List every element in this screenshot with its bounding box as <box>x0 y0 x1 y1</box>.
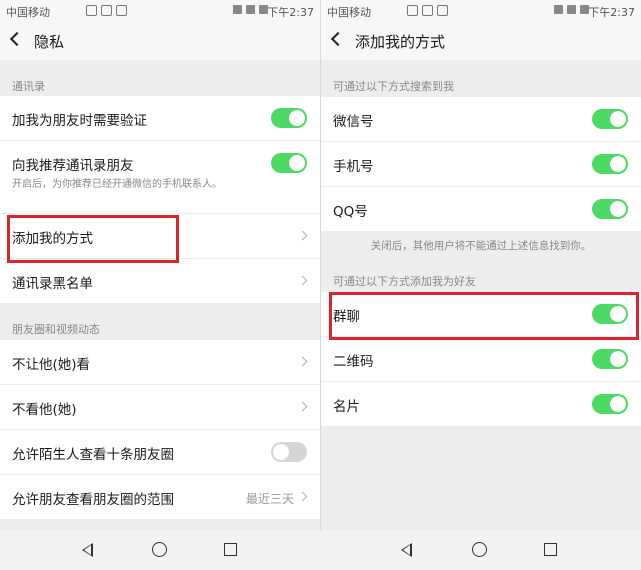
row-label: 加我为朋友时需要验证 <box>12 113 147 129</box>
settings-row-qq: QQ号 <box>321 187 641 231</box>
status-bar: 中国移动 下午2:37 <box>0 0 320 22</box>
settings-row-wechat-id: 微信号 <box>321 97 641 142</box>
settings-row-stranger-view: 允许陌生人查看十条朋友圈 <box>0 430 320 475</box>
title-bar: 添加我的方式 <box>321 22 641 60</box>
app-notification-icon <box>407 5 418 16</box>
recent-square-icon[interactable] <box>224 543 237 556</box>
row-label: 不让他(她)看 <box>12 357 91 373</box>
signal-icon <box>567 5 576 14</box>
row-description: 开启后，为你推荐已经开通微信的手机联系人。 <box>12 179 222 190</box>
settings-note: 关闭后，其他用户将不能通过上述信息找到你。 <box>370 240 592 252</box>
system-icons <box>233 5 268 14</box>
message-icon <box>422 5 433 16</box>
section-label-searchable: 可通过以下方式搜索到我 <box>333 80 454 93</box>
row-label: 通讯录黑名单 <box>12 276 93 292</box>
qq-toggle[interactable] <box>592 199 628 219</box>
recent-square-icon[interactable] <box>544 543 557 556</box>
phone-toggle[interactable] <box>592 154 628 174</box>
signal-icon <box>246 5 255 14</box>
chevron-right-icon <box>297 491 308 502</box>
privacy-screen: 中国移动 下午2:37 隐私 通讯录 加我为朋友时需要验证 向我推荐通讯录朋友 … <box>0 0 320 530</box>
verify-friend-toggle[interactable] <box>271 108 307 128</box>
notification-icons <box>86 5 127 16</box>
notification-icons <box>407 5 448 16</box>
settings-row-verify-friend: 加我为朋友时需要验证 <box>0 96 320 141</box>
page-title: 隐私 <box>34 33 65 51</box>
stranger-view-toggle[interactable] <box>271 442 307 462</box>
row-label: QQ号 <box>333 204 368 220</box>
recommend-contacts-toggle[interactable] <box>271 153 307 173</box>
settings-row-blacklist[interactable]: 通讯录黑名单 <box>0 259 320 303</box>
status-bar: 中国移动 下午2:37 <box>321 0 641 22</box>
system-navigation-bar <box>0 530 641 570</box>
system-icons <box>554 5 589 14</box>
row-label: 向我推荐通讯录朋友 <box>12 158 134 174</box>
clock-label: 下午2:37 <box>267 6 314 19</box>
highlight-box <box>7 215 179 263</box>
app-notification-icon <box>437 5 448 16</box>
section-label-moments: 朋友圈和视频动态 <box>12 323 100 336</box>
add-me-methods-screen: 中国移动 下午2:37 添加我的方式 可通过以下方式搜索到我 微信号 手机号 Q… <box>321 0 641 530</box>
row-label: 二维码 <box>333 354 374 370</box>
row-label: 微信号 <box>333 114 374 130</box>
contacts-settings-group: 加我为朋友时需要验证 向我推荐通讯录朋友 开启后，为你推荐已经开通微信的手机联系… <box>0 96 320 303</box>
row-label: 允许陌生人查看十条朋友圈 <box>12 447 174 463</box>
wifi-icon <box>233 5 242 14</box>
carrier-label: 中国移动 <box>327 6 371 19</box>
highlight-box <box>329 292 639 340</box>
wechat-id-toggle[interactable] <box>592 109 628 129</box>
section-label-addable: 可通过以下方式添加我为好友 <box>333 275 476 288</box>
settings-row-visible-range[interactable]: 允许朋友查看朋友圈的范围 最近三天 <box>0 475 320 519</box>
app-notification-icon <box>116 5 127 16</box>
chevron-right-icon <box>297 230 308 241</box>
back-arrow-icon[interactable] <box>9 31 25 47</box>
back-arrow-icon[interactable] <box>330 31 346 47</box>
row-label: 允许朋友查看朋友圈的范围 <box>12 492 174 508</box>
home-circle-icon[interactable] <box>152 542 167 557</box>
row-label: 不看他(她) <box>12 402 77 418</box>
row-label: 名片 <box>333 399 360 415</box>
chevron-right-icon <box>297 356 308 367</box>
chevron-right-icon <box>297 401 308 412</box>
moments-settings-group: 不让他(她)看 不看他(她) 允许陌生人查看十条朋友圈 允许朋友查看朋友圈的范围… <box>0 340 320 519</box>
chevron-right-icon <box>297 275 308 286</box>
row-value: 最近三天 <box>245 492 294 506</box>
carrier-label: 中国移动 <box>6 6 50 19</box>
business-card-toggle[interactable] <box>592 394 628 414</box>
home-circle-icon[interactable] <box>472 542 487 557</box>
settings-row-qr-code: 二维码 <box>321 337 641 382</box>
settings-row-phone: 手机号 <box>321 142 641 187</box>
settings-row-hide-my-posts[interactable]: 不让他(她)看 <box>0 340 320 385</box>
settings-row-recommend-contacts: 向我推荐通讯录朋友 开启后，为你推荐已经开通微信的手机联系人。 <box>0 141 320 214</box>
back-triangle-icon[interactable] <box>82 543 93 557</box>
row-label: 手机号 <box>333 159 374 175</box>
settings-row-hide-their-posts[interactable]: 不看他(她) <box>0 385 320 430</box>
wifi-icon <box>554 5 563 14</box>
section-label-contacts: 通讯录 <box>12 80 45 93</box>
title-bar: 隐私 <box>0 22 320 60</box>
settings-row-business-card: 名片 <box>321 382 641 426</box>
qr-code-toggle[interactable] <box>592 349 628 369</box>
back-triangle-icon[interactable] <box>401 543 412 557</box>
clock-label: 下午2:37 <box>588 6 635 19</box>
searchable-settings-group: 微信号 手机号 QQ号 <box>321 97 641 231</box>
page-title: 添加我的方式 <box>355 33 446 51</box>
app-notification-icon <box>86 5 97 16</box>
message-icon <box>101 5 112 16</box>
